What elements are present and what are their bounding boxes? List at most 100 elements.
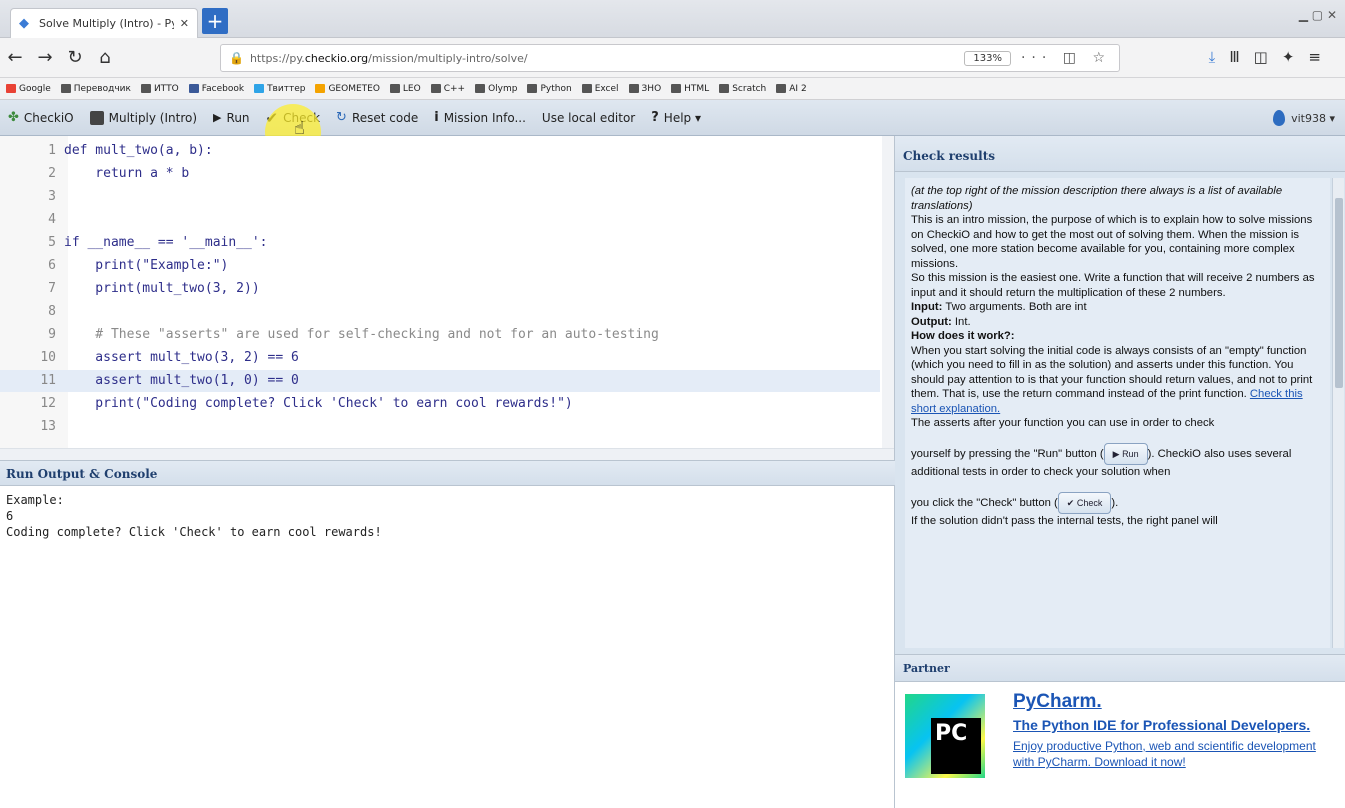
inline-run-button[interactable]: ▶ Run [1103,442,1148,465]
bookmark-folder-icon [389,84,400,93]
tab-title: Solve Multiply (Intro) - Py.CheckiO [39,17,174,30]
bookmark-item[interactable]: Scratch [719,84,766,94]
code-line[interactable]: 5 if __name__ == '__main__': [0,232,880,254]
bookmark-item[interactable]: GEOMETEO [315,84,380,94]
output-panel-title: Run Output & Console [0,460,895,486]
bookmark-folder-icon [719,84,730,93]
description-scrollbar[interactable] [1332,178,1344,648]
code-text: print("Example:") [64,258,229,273]
code-line[interactable]: 6 print("Example:") [0,255,880,277]
bookmark-item[interactable]: ЗНО [628,84,661,94]
partner-tagline-link[interactable]: The Python IDE for Professional Develope… [1013,716,1338,734]
code-line[interactable]: 13 [0,416,880,438]
bookmark-item[interactable]: HTML [671,84,709,94]
zoom-level[interactable]: 133% [964,50,1011,66]
partner-title: Partner [895,654,1345,682]
more-icon[interactable]: ··· [1021,50,1052,66]
code-text: return a * b [64,166,190,181]
url-bar[interactable]: 🔒 https://py.checkio.org/mission/multipl… [220,44,1120,72]
browser-tab[interactable]: ◆ Solve Multiply (Intro) - Py.CheckiO ✕ [10,8,198,38]
line-number: 6 [48,258,56,273]
inline-check-button[interactable]: ✔ Check [1057,491,1112,514]
code-line[interactable]: 11 assert mult_two(1, 0) == 0 [0,370,880,392]
help-menu[interactable]: ? Help ▾ [651,110,701,125]
user-menu[interactable]: vit938 ▾ [1273,110,1335,126]
bookmark-item[interactable]: Facebook [188,84,244,94]
bookmark-item[interactable]: AI 2 [776,84,807,94]
forward-icon[interactable]: → [30,47,60,68]
bookmark-folder-icon [628,84,639,93]
code-line[interactable]: 3 [0,186,880,208]
bookmark-item[interactable]: LEO [389,84,421,94]
navigation-bar: ← → ↻ ⌂ 🔒 https://py.checkio.org/mission… [0,38,1345,78]
bookmark-folder-icon [60,84,71,93]
bookmark-item[interactable]: Python [527,84,572,94]
code-editor[interactable]: 1 def mult_two(a, b): 2 return a * b 3 4 5 if … [0,136,895,460]
pycharm-logo[interactable]: PC [905,694,985,778]
bookmark-item[interactable]: Твиттер [254,84,305,94]
code-line[interactable]: 10 assert mult_two(3, 2) == 6 [0,347,880,369]
partner-ad[interactable]: PC PyCharm. The Python IDE for Professio… [895,682,1345,808]
check-button[interactable]: ✔ Check [266,109,321,127]
code-line[interactable]: 9 # These "asserts" are used for self-ch… [0,324,880,346]
toolbar-icons[interactable]: ⤓Ⅲ◫✦≡ [1209,48,1335,66]
partner-description-link[interactable]: Enjoy productive Python, web and scienti… [1013,738,1338,770]
user-avatar-icon [1273,110,1286,126]
partner-name-link[interactable]: PyCharm. [1013,690,1338,714]
local-editor-button[interactable]: ✎Use local editor [0,111,895,560]
line-number: 11 [40,373,56,388]
mission-icon [89,110,104,125]
bookmark-item[interactable]: C++ [430,84,465,94]
code-line[interactable]: 7 print(mult_two(3, 2)) [0,278,880,300]
bookmark-item[interactable]: Переводчик [60,84,131,94]
bookmark-folder-icon [527,84,538,93]
bookmark-item[interactable]: Google [6,84,51,94]
code-line[interactable]: 8 [0,301,880,323]
line-number: 5 [48,235,56,250]
reset-code-button[interactable]: ↻ Reset code [336,110,418,125]
line-number: 4 [48,212,56,227]
download-icon[interactable]: ⤓ [1209,48,1230,66]
tab-close-icon[interactable]: ✕ [180,17,189,30]
pycharm-logo-text: PC [931,718,981,774]
back-icon[interactable]: ← [0,47,30,68]
line-number: 9 [48,327,56,342]
mission-description: (at the top right of the mission descrip… [905,178,1330,648]
code-line[interactable]: 1 def mult_two(a, b): [0,140,880,162]
browser-window: ◆ Solve Multiply (Intro) - Py.CheckiO ✕ … [0,0,1345,808]
mission-link[interactable]: Multiply (Intro) [89,110,197,125]
reload-icon[interactable]: ↻ [60,47,90,68]
bookmark-item[interactable]: ИТТО [140,84,179,94]
run-button[interactable]: ▶ Run [213,111,249,125]
home-icon[interactable]: ⌂ [90,47,120,68]
mission-info-button[interactable]: i Mission Info... [434,110,526,125]
bookmark-folder-icon [140,84,151,93]
code-text: print("Coding complete? Click 'Check' to… [64,396,573,411]
menu-icon[interactable]: ≡ [1308,48,1335,66]
line-number: 1 [48,143,56,158]
bookmark-folder-icon [315,84,326,93]
sidebar-icon[interactable]: ◫ [1254,48,1282,66]
code-line[interactable]: 2 return a * b [0,163,880,185]
checkio-favicon-icon: ◆ [19,15,29,31]
output-console[interactable]: Example: 6 Coding complete? Click 'Check… [0,486,895,808]
bookmark-item[interactable]: Excel [581,84,619,94]
reset-icon: ↻ [336,110,347,125]
extension-icon[interactable]: ✦ [1282,48,1309,66]
window-controls[interactable]: ▁ ▢ ✕ [1299,8,1337,22]
code-line[interactable]: 4 [0,209,880,231]
code-line[interactable]: 12 print("Coding complete? Click 'Check'… [0,393,880,415]
url-actions[interactable]: ··· ◫ ☆ [1021,50,1111,66]
checkio-logo[interactable]: ✤ CheckiO [8,110,74,125]
editor-horizontal-scrollbar[interactable] [0,448,894,460]
bookmark-folder-icon [475,84,486,93]
code-text: assert mult_two(3, 2) == 6 [64,350,299,365]
new-tab-button[interactable]: + [202,8,228,34]
line-number: 12 [40,396,56,411]
editor-vertical-scrollbar[interactable] [882,136,894,460]
line-number: 13 [40,419,56,434]
library-icon[interactable]: Ⅲ [1229,48,1253,66]
bookmark-folder-icon [254,84,265,93]
bookmark-item[interactable]: Olymp [475,84,517,94]
scrollbar-thumb[interactable] [1335,198,1343,388]
